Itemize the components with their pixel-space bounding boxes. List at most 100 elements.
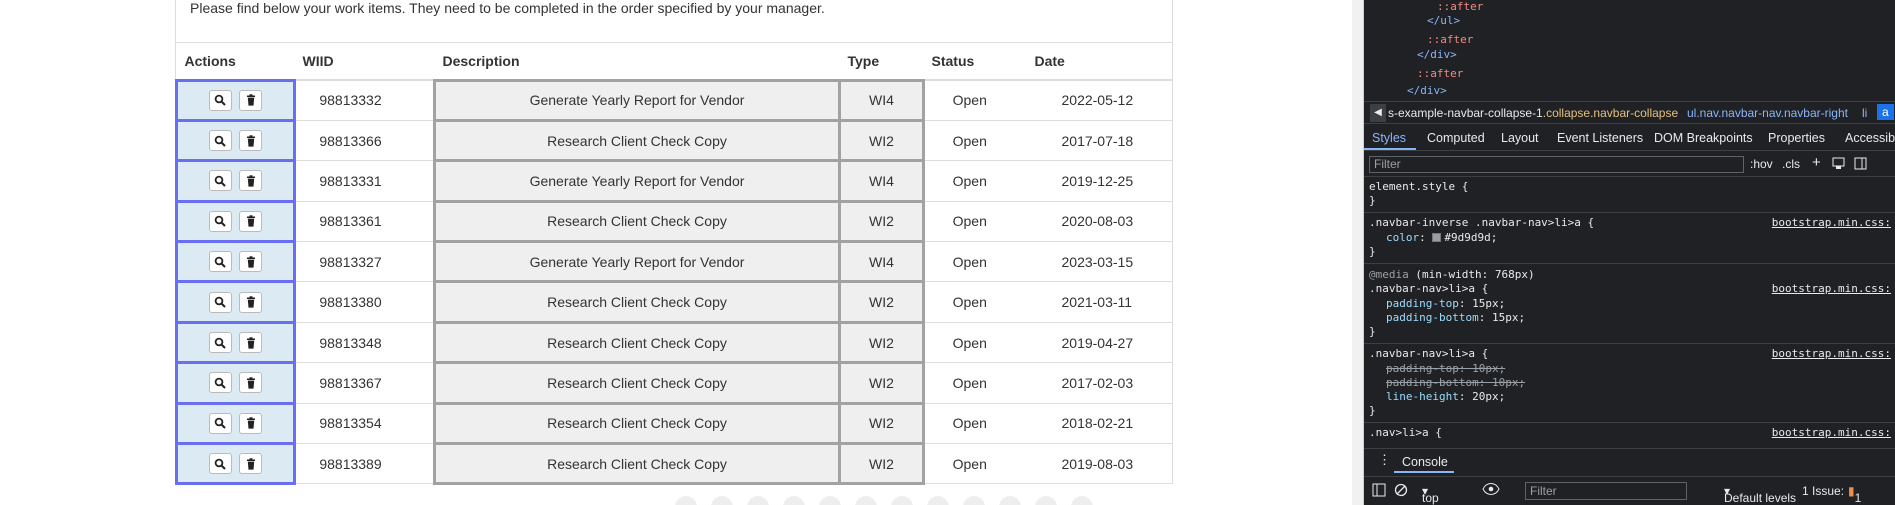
dom-node[interactable]: </div> [1407,84,1447,97]
delete-button[interactable] [239,453,263,475]
computed-styles-icon[interactable] [1832,157,1845,173]
tab-console[interactable]: Console [1402,455,1448,469]
issues-label[interactable]: 1 Issue: [1802,484,1844,498]
source-link[interactable]: bootstrap.min.css: [1772,216,1891,229]
date-cell: 2017-02-03 [1026,362,1173,404]
view-button[interactable] [208,130,232,152]
actions-cell [175,78,296,122]
loading-dots [675,496,1093,505]
table-row: 98813380 Research Client Check Copy WI2 … [175,280,1173,324]
overridden-declaration[interactable]: padding-bottom: 10px; [1386,376,1525,390]
eye-icon[interactable] [1482,482,1500,499]
rule-selector[interactable]: .navbar-nav>li>a { [1369,282,1488,296]
css-value: #9d9d9d; [1444,231,1498,244]
pane-splitter[interactable] [1352,0,1364,505]
delete-button[interactable] [239,170,263,192]
class-toggle[interactable]: .cls [1782,157,1800,171]
source-link[interactable]: bootstrap.min.css: [1772,426,1891,439]
color-swatch[interactable] [1432,233,1442,242]
view-button[interactable] [208,291,232,313]
rule-selector[interactable]: element.style { [1369,180,1468,194]
delete-button[interactable] [239,251,263,273]
tab-styles[interactable]: Styles [1372,131,1406,145]
log-levels-select[interactable]: Default levels ▾ [1724,484,1796,505]
sidebar-toggle-icon[interactable] [1854,157,1867,173]
more-icon[interactable]: ⋮ [1378,452,1391,468]
delete-button[interactable] [239,210,263,232]
tab-event-listeners[interactable]: Event Listeners [1557,131,1643,145]
trash-icon [246,175,255,187]
delete-button[interactable] [239,130,263,152]
css-declaration[interactable]: color: #9d9d9d; [1386,231,1497,245]
css-declaration[interactable]: padding-top: 15px; [1386,297,1505,311]
rule-close: } [1369,404,1376,417]
table-row: 98813367 Research Client Check Copy WI2 … [175,361,1173,405]
dom-node[interactable]: ::after [1437,0,1483,13]
description-cell: Generate Yearly Report for Vendor [433,78,841,122]
wiid-cell: 98813366 [294,119,435,161]
date-cell: 2019-12-25 [1026,160,1173,202]
dom-node[interactable]: </ul> [1427,14,1460,27]
view-button[interactable] [208,251,232,273]
date-cell: 2023-03-15 [1026,241,1173,282]
dom-node[interactable]: ::after [1427,33,1473,46]
tab-properties[interactable]: Properties [1768,131,1825,145]
source-link[interactable]: bootstrap.min.css: [1772,282,1891,295]
new-rule-button[interactable]: + [1812,154,1821,171]
rule-selector[interactable]: .navbar-nav>li>a { [1369,347,1488,361]
work-items-table: Actions WIID Description Type Status Dat… [175,43,1173,486]
view-button[interactable] [208,210,232,232]
console-filter-input[interactable]: Filter [1525,482,1687,500]
rule-selector[interactable]: .nav>li>a { [1369,426,1442,440]
breadcrumb-item[interactable]: s-example-navbar-collapse-1.collapse.nav… [1388,106,1678,120]
dot [747,496,769,505]
source-link[interactable]: bootstrap.min.css: [1772,347,1891,360]
css-property: color [1386,231,1420,244]
drawer-tabs: ⋮ Console [1364,448,1895,474]
clear-console-icon[interactable] [1394,483,1408,500]
tab-computed[interactable]: Computed [1427,131,1485,145]
issues-badge[interactable]: ▮ 1 [1848,484,1861,505]
trash-icon [246,134,255,147]
view-button[interactable] [208,412,232,434]
delete-button[interactable] [239,291,263,313]
overridden-declaration[interactable]: padding-top: 10px; [1386,362,1505,376]
breadcrumb-item[interactable]: li [1862,106,1867,120]
dom-node[interactable]: </div> [1417,48,1457,61]
view-button[interactable] [208,89,232,111]
rule-close: } [1369,325,1376,338]
actions-cell [175,118,296,163]
table-row: 98813354 Research Client Check Copy WI2 … [175,401,1173,446]
active-tab-indicator [1394,471,1454,473]
css-declaration[interactable]: line-height: 20px; [1386,390,1505,404]
status-cell: Open [923,362,1027,404]
delete-button[interactable] [239,412,263,434]
styles-filter-input[interactable]: Filter [1369,156,1744,173]
delete-button[interactable] [239,89,263,111]
view-button[interactable] [208,372,232,394]
css-declaration[interactable]: padding-bottom: 15px; [1386,311,1525,325]
view-button[interactable] [208,332,232,354]
header-description: Description [434,43,840,81]
status-cell: Open [923,119,1027,161]
view-button[interactable] [208,170,232,192]
scroll-left-icon[interactable]: ◀ [1370,104,1386,122]
context-select[interactable]: top ▾ [1422,484,1439,505]
tab-dom-breakpoints[interactable]: DOM Breakpoints [1654,131,1753,145]
view-button[interactable] [208,453,232,475]
actions-cell [175,320,296,365]
breadcrumb-id: s-example-navbar-collapse-1 [1388,106,1543,120]
dom-node[interactable]: ::after [1417,67,1463,80]
breadcrumb-item-selected[interactable]: a [1877,104,1894,120]
rule-selector[interactable]: .navbar-inverse .navbar-nav>li>a { [1369,216,1594,230]
dot [819,496,841,505]
delete-button[interactable] [239,372,263,394]
delete-button[interactable] [239,332,263,354]
date-cell: 2018-02-21 [1026,402,1173,444]
tab-accessibility[interactable]: Accessibility [1845,131,1895,145]
search-icon [214,256,226,268]
hover-state-toggle[interactable]: :hov [1750,157,1773,171]
sidebar-icon[interactable] [1372,483,1386,500]
tab-layout[interactable]: Layout [1501,131,1539,145]
breadcrumb-item[interactable]: ul.nav.navbar-nav.navbar-right [1687,106,1848,120]
